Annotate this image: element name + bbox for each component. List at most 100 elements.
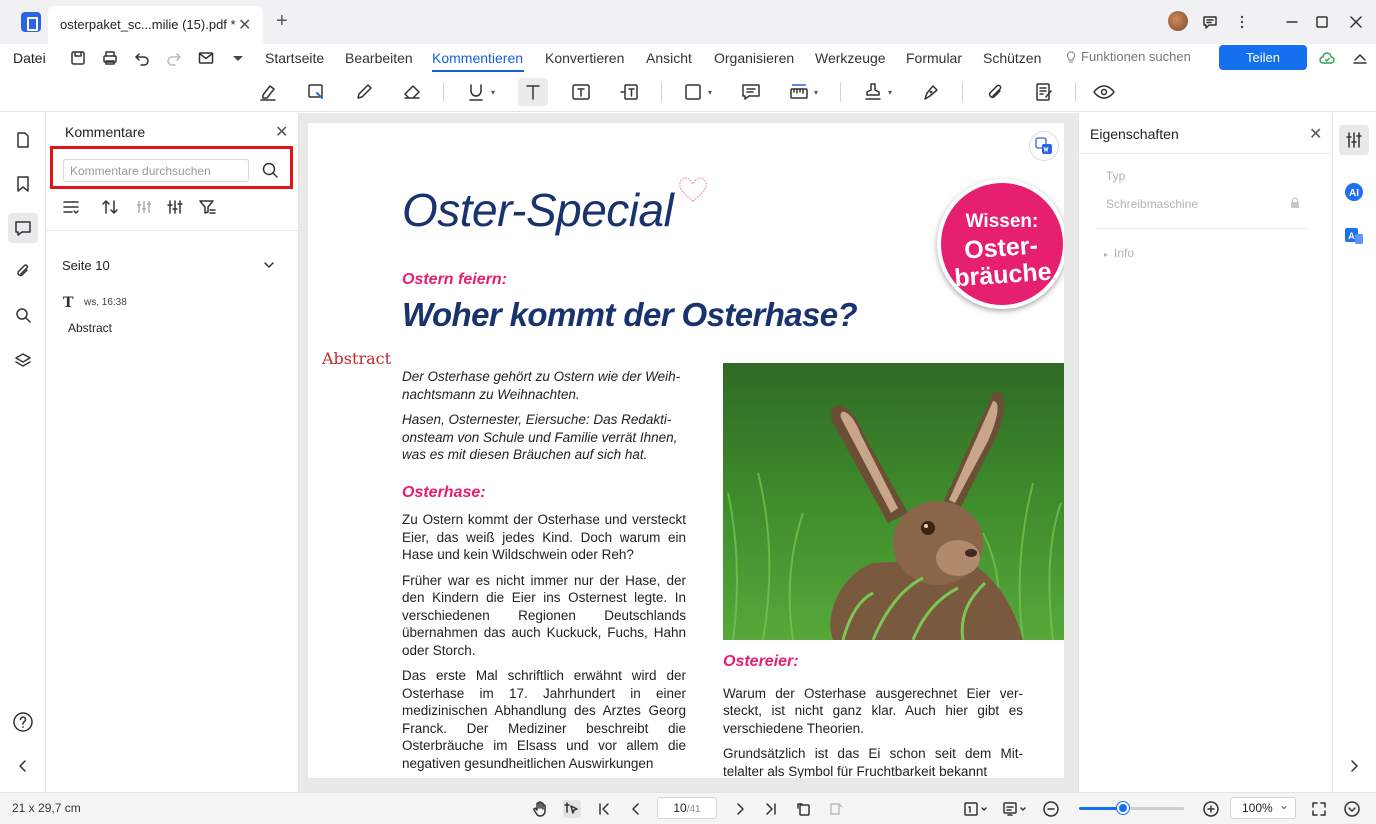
close-window-icon[interactable] xyxy=(1344,10,1368,34)
stamp-tool-icon[interactable] xyxy=(858,78,888,106)
measure-tool-icon[interactable] xyxy=(784,78,814,106)
underline-tool-icon[interactable] xyxy=(461,78,491,106)
measure-dropdown-icon[interactable]: ▾ xyxy=(814,88,818,97)
sort-icon[interactable] xyxy=(100,198,120,216)
feature-search[interactable]: Funktionen suchen xyxy=(1064,49,1191,64)
menu-bearbeiten[interactable]: Bearbeiten xyxy=(345,50,413,66)
cloud-sync-icon[interactable] xyxy=(1317,48,1337,68)
filter-icon[interactable] xyxy=(197,198,217,216)
quick-access-dropdown-icon[interactable] xyxy=(228,48,248,68)
zoom-slider-thumb[interactable] xyxy=(1117,802,1130,814)
text-box-tool-icon[interactable] xyxy=(566,78,596,106)
menu-file[interactable]: Datei xyxy=(13,50,46,66)
form-tool-icon[interactable] xyxy=(1029,78,1059,106)
redo-icon[interactable] xyxy=(164,48,184,68)
search-icon[interactable] xyxy=(261,161,279,179)
zoom-level-select[interactable]: 100% xyxy=(1230,795,1296,819)
menu-werkzeuge[interactable]: Werkzeuge xyxy=(815,50,886,66)
menu-formular[interactable]: Formular xyxy=(906,50,962,66)
minimize-icon[interactable] xyxy=(1280,10,1304,34)
undo-icon[interactable] xyxy=(132,48,152,68)
signature-tool-icon[interactable] xyxy=(916,78,946,106)
zoom-slider[interactable] xyxy=(1079,802,1184,814)
help-icon[interactable] xyxy=(8,707,38,737)
chevron-right-icon: ▸ xyxy=(1104,250,1109,259)
crop-page-icon[interactable] xyxy=(827,800,845,818)
zoom-out-icon[interactable] xyxy=(1042,800,1060,818)
more-options-icon[interactable] xyxy=(1230,10,1254,34)
bookmark-icon[interactable] xyxy=(8,169,38,199)
translate-icon[interactable] xyxy=(1029,131,1059,161)
intro-paragraph: Hasen, Osternester, Eiersuche: Das Redak… xyxy=(402,412,678,462)
shape-tool-icon[interactable] xyxy=(678,78,708,106)
filter-options-icon[interactable] xyxy=(134,198,154,216)
highlight-tool-icon[interactable] xyxy=(253,78,283,106)
print-icon[interactable] xyxy=(100,48,120,68)
comments-search-input[interactable] xyxy=(63,159,249,182)
settings-sliders-icon[interactable] xyxy=(165,198,185,216)
reading-mode-icon[interactable] xyxy=(1002,800,1028,818)
attachments-icon[interactable] xyxy=(8,256,38,286)
menu-ansicht[interactable]: Ansicht xyxy=(646,50,692,66)
last-page-icon[interactable] xyxy=(762,800,780,818)
section-heading: Ostereier: xyxy=(723,653,799,670)
comment-page-group[interactable]: Seite 10 xyxy=(62,258,110,273)
previous-page-icon[interactable] xyxy=(627,800,645,818)
ai-assistant-icon[interactable]: AI xyxy=(1339,177,1369,207)
shape-dropdown-icon[interactable]: ▾ xyxy=(708,88,712,97)
first-page-icon[interactable] xyxy=(595,800,613,818)
comment-text[interactable]: Abstract xyxy=(68,321,112,335)
document-canvas[interactable]: Oster-Special Wissen: Oster- bräuche Ost… xyxy=(299,113,1078,792)
save-icon[interactable] xyxy=(68,48,88,68)
layers-icon[interactable] xyxy=(8,345,38,375)
collapse-all-icon[interactable] xyxy=(61,198,81,216)
menu-schuetzen[interactable]: Schützen xyxy=(983,50,1041,66)
pencil-tool-icon[interactable] xyxy=(349,78,379,106)
zoom-in-icon[interactable] xyxy=(1202,800,1220,818)
next-page-icon[interactable] xyxy=(731,800,749,818)
comments-icon[interactable] xyxy=(8,213,38,243)
page-layout-icon[interactable] xyxy=(963,800,989,818)
attachment-tool-icon[interactable] xyxy=(980,78,1010,106)
typewriter-tool-icon[interactable] xyxy=(518,78,548,106)
sticky-note-tool-icon[interactable] xyxy=(736,78,766,106)
expand-right-panel-icon[interactable] xyxy=(1339,751,1369,781)
area-highlight-tool-icon[interactable] xyxy=(301,78,331,106)
menu-kommentieren[interactable]: Kommentieren xyxy=(432,50,523,66)
new-tab-button[interactable]: + xyxy=(276,11,288,31)
rotate-page-icon[interactable] xyxy=(795,800,813,818)
ai-translate-icon[interactable]: A xyxy=(1339,221,1369,251)
panel-divider xyxy=(1096,228,1309,229)
maximize-icon[interactable] xyxy=(1310,10,1334,34)
underline-dropdown-icon[interactable]: ▾ xyxy=(491,88,495,97)
select-tool-icon[interactable] xyxy=(563,800,581,818)
menu-organisieren[interactable]: Organisieren xyxy=(714,50,794,66)
page-number-field[interactable]: 10/41 xyxy=(657,797,717,819)
hand-tool-icon[interactable] xyxy=(531,800,549,818)
collapse-ribbon-icon[interactable] xyxy=(1350,48,1370,68)
tab-close-icon[interactable]: ✕ xyxy=(238,15,251,35)
eraser-tool-icon[interactable] xyxy=(397,78,427,106)
view-comments-eye-icon[interactable] xyxy=(1089,78,1119,106)
page-thumbnails-icon[interactable] xyxy=(8,125,38,155)
user-avatar[interactable] xyxy=(1168,11,1188,31)
email-icon[interactable] xyxy=(196,48,216,68)
close-icon[interactable]: ✕ xyxy=(1309,124,1322,144)
callout-tool-icon[interactable] xyxy=(614,78,644,106)
typewriter-annotation[interactable]: Abstract xyxy=(322,349,391,368)
scroll-down-icon[interactable] xyxy=(1343,800,1361,818)
collapse-left-panel-icon[interactable] xyxy=(8,751,38,781)
search-icon[interactable] xyxy=(8,300,38,330)
stamp-dropdown-icon[interactable]: ▾ xyxy=(888,88,892,97)
share-button[interactable]: Teilen xyxy=(1219,45,1307,70)
menu-konvertieren[interactable]: Konvertieren xyxy=(545,50,624,66)
fit-page-icon[interactable] xyxy=(1310,800,1328,818)
close-icon[interactable]: ✕ xyxy=(275,122,288,142)
info-section-toggle[interactable]: ▸ Info xyxy=(1104,246,1134,260)
document-tab[interactable]: osterpaket_sc...milie (15).pdf * ✕ xyxy=(48,6,263,44)
properties-sliders-icon[interactable] xyxy=(1339,125,1369,155)
feedback-icon[interactable] xyxy=(1198,10,1222,34)
menu-startseite[interactable]: Startseite xyxy=(265,50,324,66)
chevron-down-icon[interactable] xyxy=(262,258,276,272)
pdf-page[interactable]: Oster-Special Wissen: Oster- bräuche Ost… xyxy=(308,123,1064,778)
